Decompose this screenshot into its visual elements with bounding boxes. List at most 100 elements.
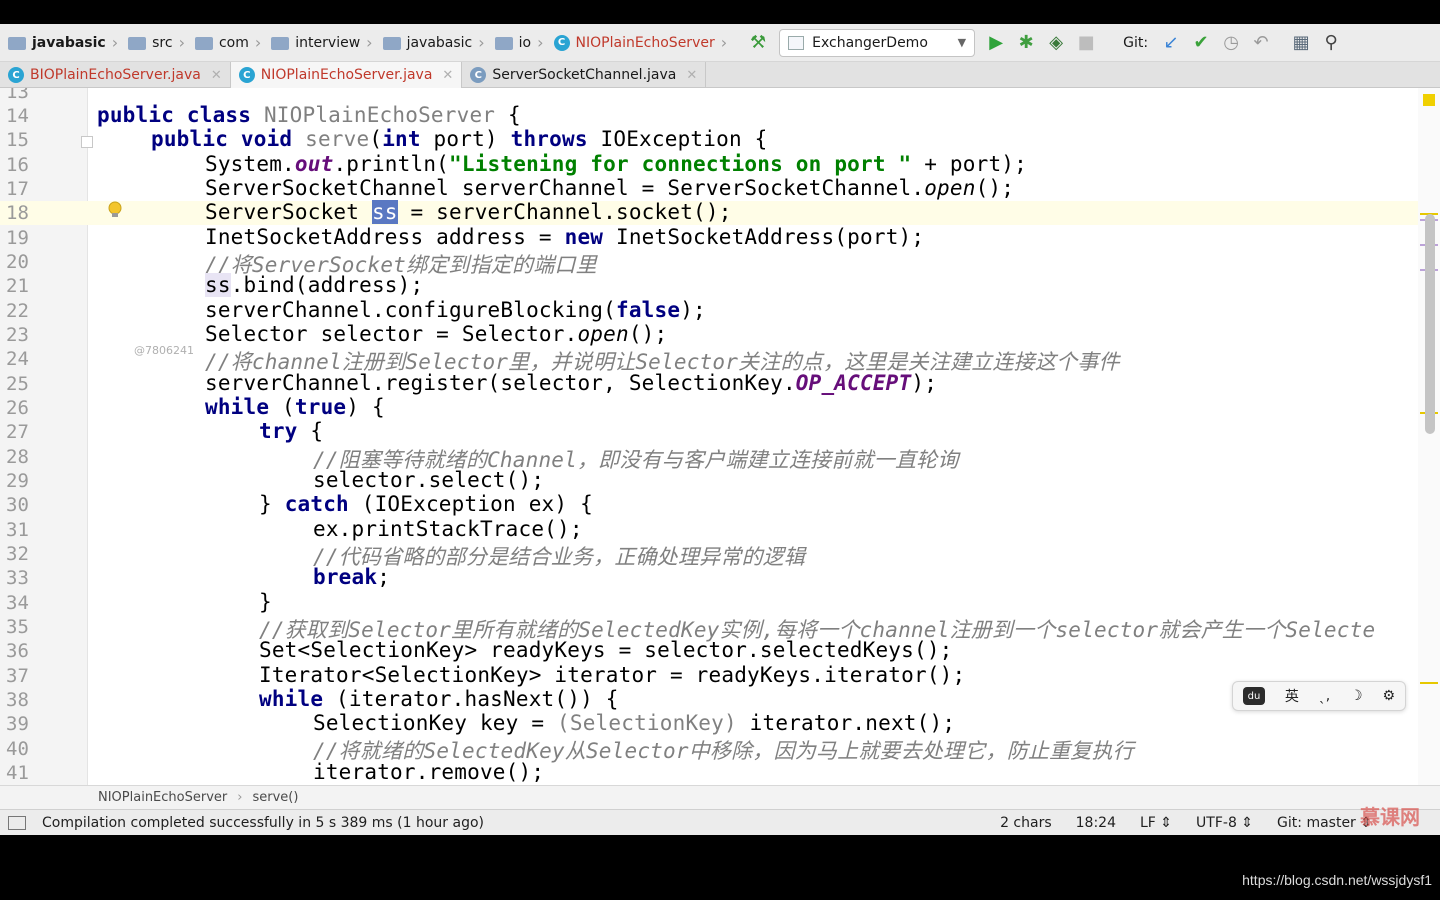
run-configuration-label: ExchangerDemo — [812, 34, 928, 51]
code-text: { — [297, 419, 324, 443]
line-number: 23 — [6, 324, 29, 346]
code-editor[interactable]: @7806241 13 14 15 16 17 18 19 20 21 22 2… — [0, 88, 1440, 785]
code-line: while (true) { — [205, 395, 385, 419]
stop-icon[interactable]: ■ — [1071, 28, 1101, 58]
editor-tabs: C BIOPlainEchoServer.java ✕ C NIOPlainEchoS… — [0, 62, 1440, 88]
tab-server-socket-channel[interactable]: C ServerSocketChannel.java ✕ — [462, 62, 707, 88]
search-icon[interactable]: ⚲ — [1316, 28, 1346, 58]
chevron-down-icon: ▼ — [957, 36, 967, 49]
breadcrumb-class[interactable]: C NIOPlainEchoServer › — [546, 24, 730, 62]
breadcrumb-src[interactable]: src › — [120, 24, 187, 62]
vertical-scrollbar[interactable] — [1425, 214, 1435, 434]
tool-windows-icon[interactable] — [8, 815, 26, 830]
folder-icon — [194, 37, 213, 50]
punctuation-icon[interactable]: ˎ, — [1319, 688, 1330, 704]
screen-bottom-bar — [0, 835, 1440, 900]
close-icon[interactable]: ✕ — [211, 68, 222, 83]
code-text: InetSocketAddress(port); — [603, 225, 925, 249]
git-history-icon[interactable]: ◷ — [1216, 28, 1246, 58]
selected-variable: ss — [371, 200, 398, 224]
debug-icon[interactable]: ✱ — [1011, 28, 1041, 58]
status-message[interactable]: Compilation completed successfully in 5 … — [42, 815, 484, 831]
keyword: break — [313, 565, 378, 589]
breadcrumb-method[interactable]: serve() — [252, 790, 298, 805]
fold-marker-icon[interactable] — [81, 136, 93, 148]
line-number: 24 — [6, 348, 29, 370]
line-number: 30 — [6, 494, 29, 516]
code-text: ServerSocket — [205, 200, 372, 224]
git-revert-icon[interactable]: ↶ — [1246, 28, 1276, 58]
code-line: selector.select(); — [313, 468, 545, 492]
code-text: { — [508, 103, 521, 127]
warning-marker[interactable] — [1420, 682, 1438, 684]
breadcrumb-class[interactable]: NIOPlainEchoServer — [98, 790, 227, 805]
line-number: 40 — [6, 738, 29, 760]
line-separator-select[interactable]: LF ⇕ — [1140, 815, 1172, 831]
close-icon[interactable]: ✕ — [442, 68, 453, 83]
string-literal: "Listening for connections on port " — [449, 152, 912, 176]
line-number: 25 — [6, 373, 29, 395]
code-line: ServerSocketChannel serverChannel = Serv… — [205, 176, 1014, 200]
gear-icon[interactable]: ⚙ — [1382, 688, 1395, 704]
code-line: Selector selector = Selector.open(); — [205, 322, 667, 346]
moon-icon[interactable]: ☽ — [1350, 688, 1363, 704]
run-icon[interactable]: ▶ — [981, 28, 1011, 58]
code-line: while (iterator.hasNext()) { — [259, 687, 619, 711]
code-text: (IOException ex) { — [348, 492, 593, 516]
keyword: public — [151, 127, 229, 151]
code-line: public class NIOPlainEchoServer { — [97, 103, 521, 127]
breadcrumb-project[interactable]: javabasic › — [0, 24, 120, 62]
keyword: void — [240, 127, 293, 151]
class-icon: C — [553, 34, 570, 51]
code-text: ; — [377, 565, 391, 589]
build-hammer-icon[interactable]: ⚒ — [743, 28, 773, 58]
code-line: iterator.remove(); — [313, 760, 545, 784]
tab-bio-server[interactable]: C BIOPlainEchoServer.java ✕ — [0, 62, 231, 88]
status-bar: Compilation completed successfully in 5 … — [0, 809, 1440, 835]
git-commit-icon[interactable]: ✔ — [1186, 28, 1216, 58]
lightbulb-icon[interactable] — [108, 201, 122, 219]
static-method: open — [577, 322, 629, 346]
close-icon[interactable]: ✕ — [686, 68, 697, 83]
project-folder-icon — [8, 37, 26, 50]
keyword: throws — [510, 127, 588, 151]
line-number: 16 — [6, 154, 29, 176]
line-number: 37 — [6, 665, 29, 687]
code-text: ( — [369, 127, 383, 151]
breadcrumb-label: NIOPlainEchoServer — [575, 34, 715, 51]
line-number: 14 — [6, 105, 29, 127]
line-number: 34 — [6, 592, 29, 614]
code-text: .println( — [333, 152, 450, 176]
project-structure-icon[interactable]: ▦ — [1286, 28, 1316, 58]
keyword: while — [205, 395, 270, 419]
coverage-icon[interactable]: ◈ — [1041, 28, 1071, 58]
code-breadcrumb-bar: NIOPlainEchoServer › serve() — [0, 785, 1440, 809]
code-text: Selector selector = Selector. — [205, 322, 578, 346]
input-method-toolbar: du 英 ˎ, ☽ ⚙ — [1232, 681, 1406, 711]
git-branch-select[interactable]: Git: master ⇕ — [1277, 815, 1372, 831]
line-number: 17 — [6, 178, 29, 200]
breadcrumb-io[interactable]: io › — [487, 24, 546, 62]
line-number: 35 — [6, 616, 29, 638]
cursor-position[interactable]: 18:24 — [1076, 815, 1116, 831]
run-configuration-select[interactable]: ExchangerDemo ▼ — [779, 28, 976, 57]
tab-label: ServerSocketChannel.java — [492, 67, 677, 83]
site-logo-watermark: 慕课网 — [1360, 805, 1420, 829]
encoding-select[interactable]: UTF-8 ⇕ — [1196, 815, 1253, 831]
code-line: ss.bind(address); — [205, 273, 423, 297]
breadcrumb-com[interactable]: com › — [187, 24, 263, 62]
breadcrumb-javabasic[interactable]: javabasic › — [375, 24, 487, 62]
error-stripe[interactable] — [1418, 88, 1440, 785]
code-line: serverChannel.register(selector, Selecti… — [205, 371, 937, 395]
class-icon: C — [8, 67, 24, 83]
inspection-status-icon[interactable] — [1423, 94, 1435, 106]
code-line: try { — [259, 419, 323, 443]
ime-language-toggle[interactable]: 英 — [1285, 686, 1299, 706]
code-text: (iterator.hasNext()) { — [323, 687, 619, 711]
tab-nio-server[interactable]: C NIOPlainEchoServer.java ✕ — [230, 62, 463, 88]
git-update-icon[interactable]: ↙ — [1156, 28, 1186, 58]
code-text: .bind(address); — [230, 273, 424, 297]
keyword: new — [564, 225, 604, 249]
line-number: 21 — [6, 275, 29, 297]
breadcrumb-interview[interactable]: interview › — [263, 24, 374, 62]
